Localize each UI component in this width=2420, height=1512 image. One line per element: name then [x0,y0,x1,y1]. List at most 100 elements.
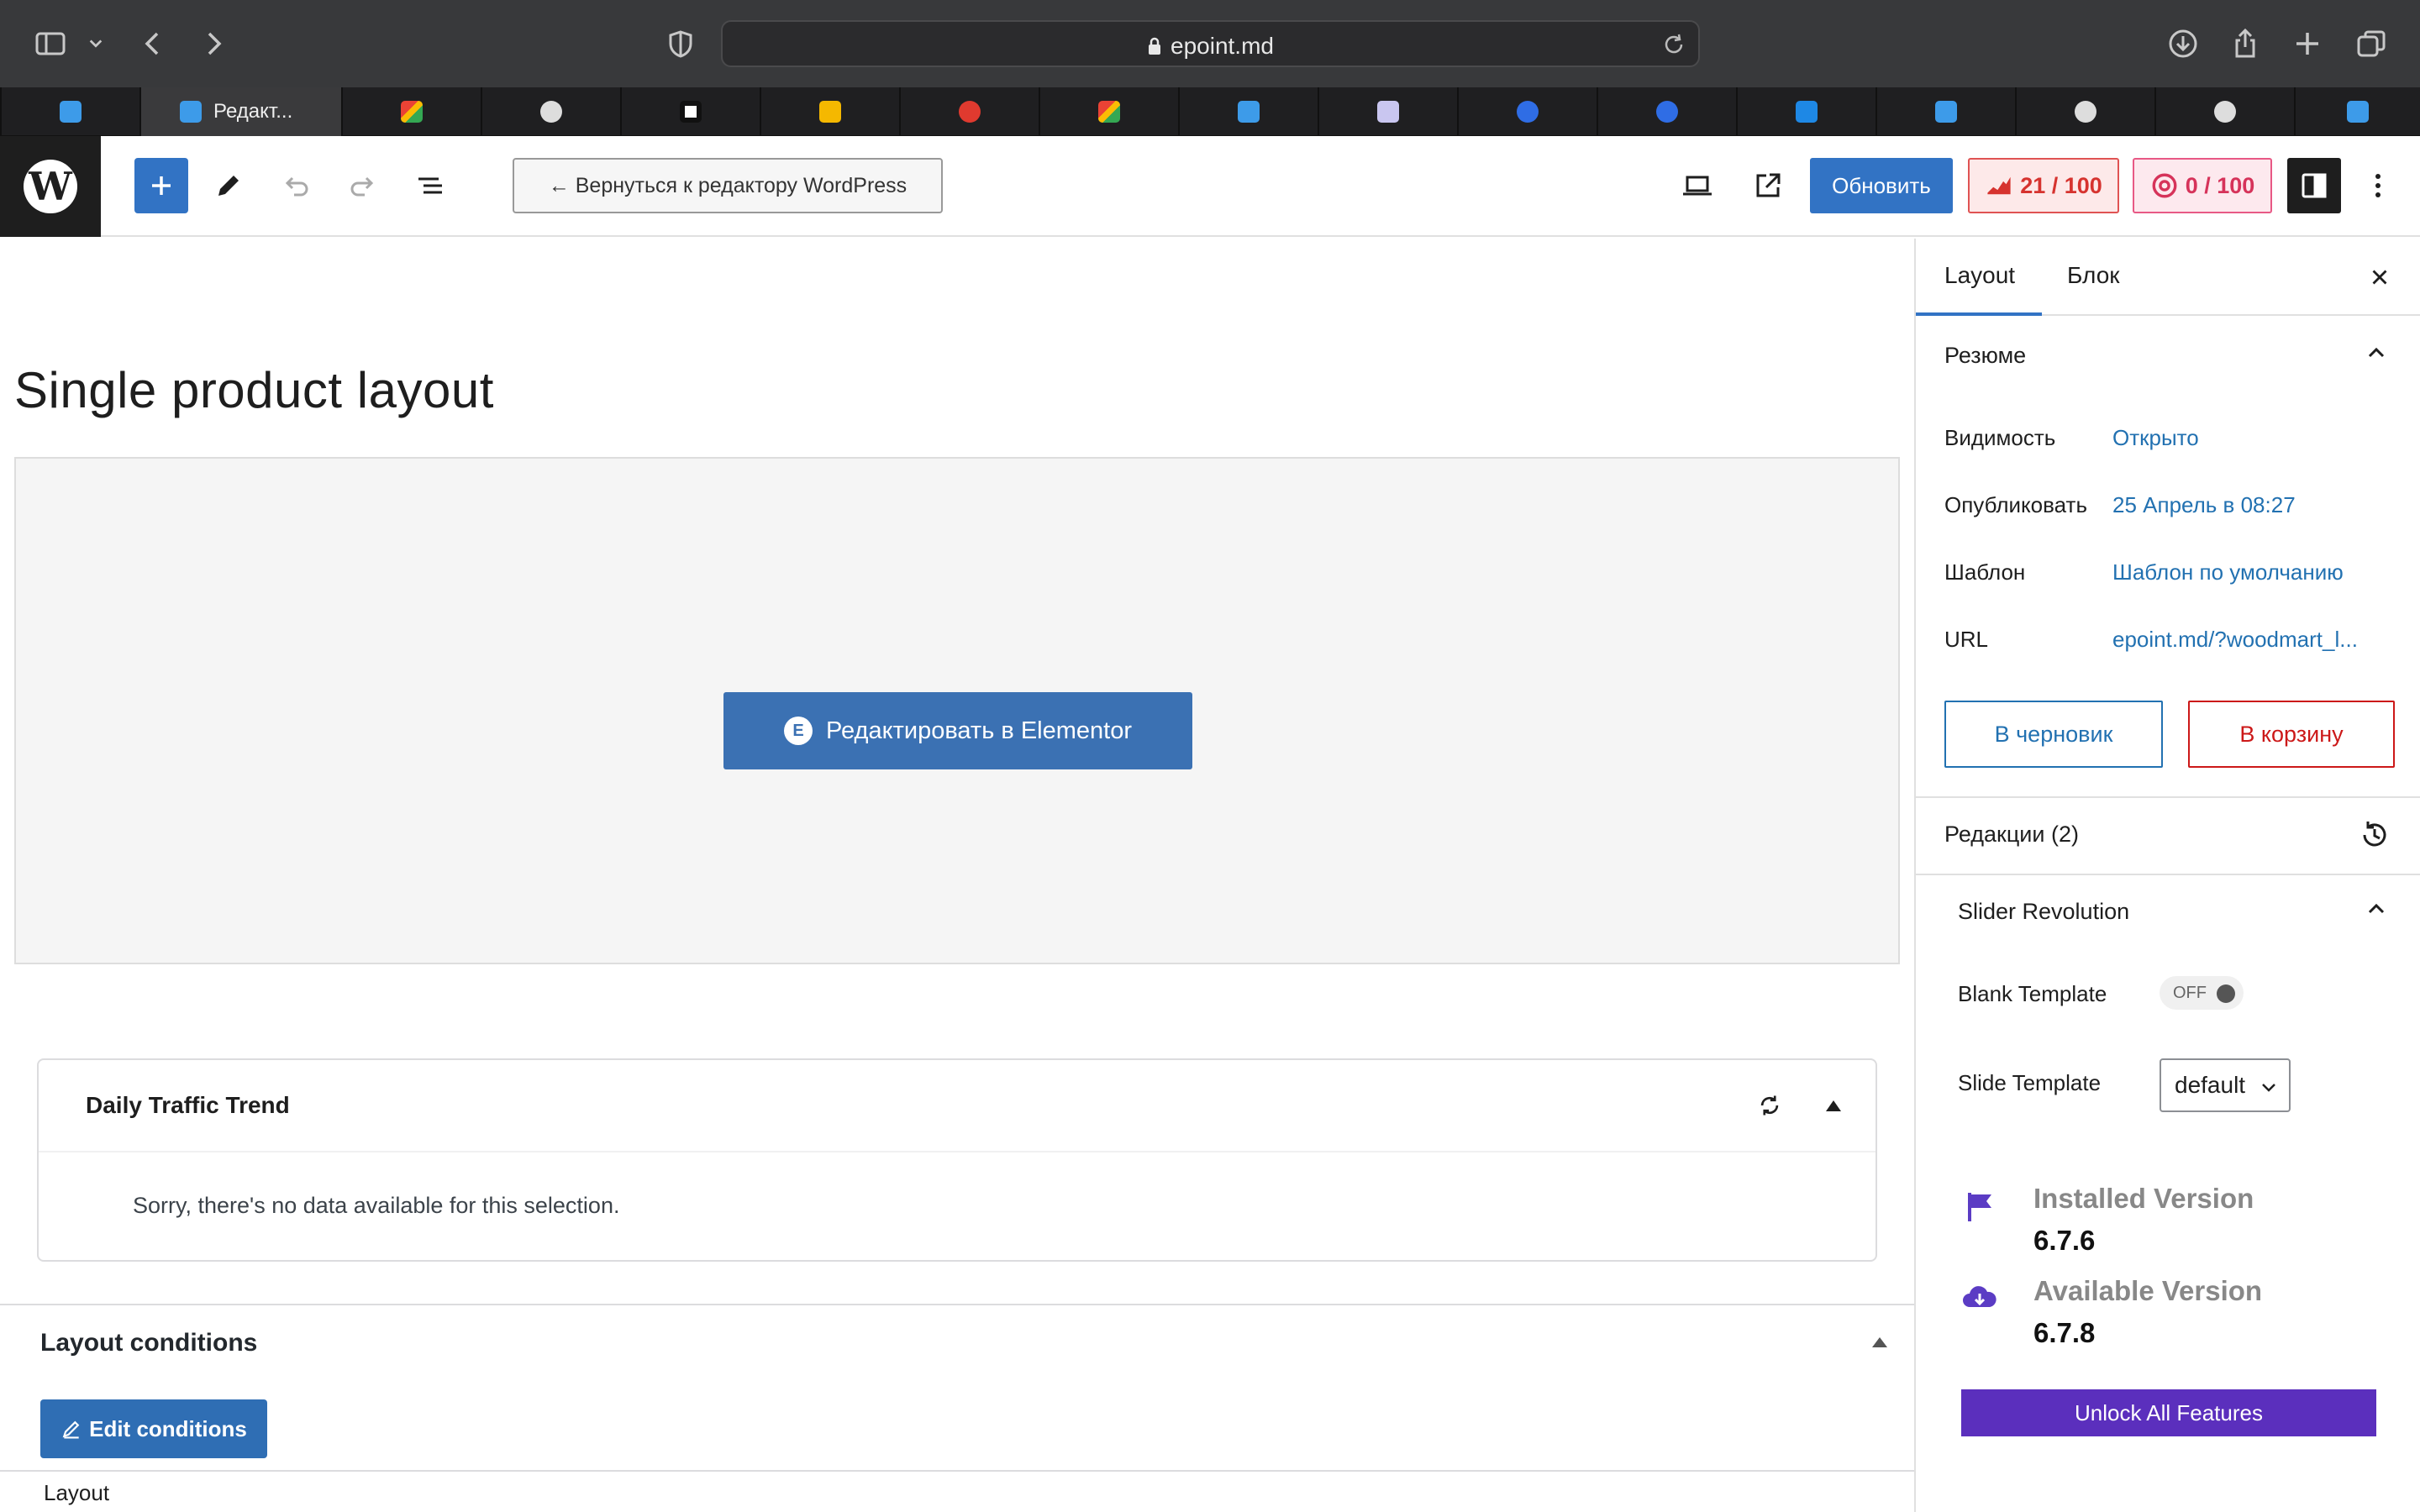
preview-device-button[interactable] [1677,158,1718,213]
seo-score-badge[interactable]: 21 / 100 [1968,158,2119,213]
blank-template-label: Blank Template [1958,981,2107,1006]
cloud-download-icon [1963,1286,1996,1307]
tab-15[interactable] [2154,87,2294,136]
plus-icon [152,176,171,195]
elementor-placeholder: E Редактировать в Elementor [14,457,1900,964]
summary-section-title[interactable]: Резюме [1944,343,2026,369]
url-label: URL [1944,627,1989,652]
gmail-icon [401,101,423,123]
tab-11[interactable] [1597,87,1736,136]
site-favicon-icon [1238,101,1260,123]
flag-icon [1968,1193,1991,1221]
browser-toolbar: epoint.md [0,0,2420,87]
breadcrumb-layout[interactable]: Layout [44,1480,109,1506]
url-value[interactable]: epoint.md/?woodmart_l... [2112,627,2358,653]
divider [1916,874,2420,875]
page-title[interactable]: Single product layout [14,361,494,419]
content-score-badge[interactable]: 0 / 100 [2133,158,2272,213]
tab-5[interactable] [760,87,899,136]
update-button[interactable]: Обновить [1810,158,1953,213]
options-menu-button[interactable] [2361,158,2395,213]
toggle-knob [2217,984,2235,1003]
visibility-value[interactable]: Открыто [2112,425,2199,451]
revisions-link[interactable]: Редакции (2) [1944,822,2079,848]
settings-sidebar: Layout Блок Резюме Видимость Открыто Опу… [1914,239,2420,1512]
gmail-icon [1098,101,1120,123]
app-icon [1796,101,1818,123]
tab-9[interactable] [1318,87,1457,136]
tab-gmail-2[interactable] [1039,87,1178,136]
forward-arrow-icon[interactable] [195,25,232,62]
redo-button[interactable] [345,158,381,213]
laptop-icon [1683,176,1712,196]
tab-14[interactable] [2015,87,2154,136]
tab-8[interactable] [1178,87,1318,136]
tab-4[interactable] [620,87,760,136]
publish-date-value[interactable]: 25 Апрель в 08:27 [2112,492,2296,518]
tab-layout[interactable]: Layout [1944,262,2015,289]
chevron-up-icon[interactable] [2365,897,2388,921]
tab-strip: Редакт... [0,87,2420,136]
wordpress-logo-button[interactable]: W [0,136,101,237]
pencil-icon [62,1420,80,1439]
address-bar[interactable]: epoint.md [721,20,1700,67]
add-block-button[interactable] [134,158,188,213]
collapse-triangle-icon[interactable] [1818,1090,1849,1121]
view-post-button[interactable] [1748,158,1788,213]
download-icon[interactable] [2165,25,2202,62]
edit-conditions-button[interactable]: Edit conditions [40,1399,267,1458]
app-icon [2214,101,2236,123]
lock-icon [1147,34,1162,61]
collapse-triangle-icon[interactable] [1872,1337,1887,1347]
rank-math-icon [1987,176,2011,195]
back-to-wordpress-editor-button[interactable]: ← Вернуться к редактору WordPress [513,158,943,213]
toggle-state-text: OFF [2173,984,2207,1002]
tab-3[interactable] [481,87,620,136]
refresh-icon[interactable] [1754,1090,1785,1121]
blank-template-toggle[interactable]: OFF [2160,976,2244,1010]
tab-10[interactable] [1457,87,1597,136]
tab-gmail[interactable] [341,87,481,136]
back-arrow-icon[interactable] [134,25,171,62]
url-text: epoint.md [1171,33,1274,59]
edit-with-elementor-button[interactable]: E Редактировать в Elementor [723,692,1192,769]
tab-overview-icon[interactable] [2353,25,2390,62]
chevron-down-icon[interactable] [81,25,111,62]
seo-score-text: 21 / 100 [2020,172,2102,198]
tab-active[interactable]: Редакт... [139,87,341,136]
tab-1[interactable] [0,87,139,136]
move-to-trash-button[interactable]: В корзину [2188,701,2395,768]
divider [1916,796,2420,798]
document-overview-button[interactable] [412,158,449,213]
slider-revolution-title[interactable]: Slider Revolution [1958,899,2129,925]
active-tab-label: Редакт... [213,100,293,123]
switch-to-draft-button[interactable]: В черновик [1944,701,2163,768]
shield-icon[interactable] [662,25,699,62]
chevron-up-icon[interactable] [2365,341,2388,365]
available-version-value: 6.7.8 [2033,1317,2096,1348]
tab-13[interactable] [1876,87,2015,136]
active-tab-indicator [1916,312,2042,316]
tab-6[interactable] [899,87,1039,136]
tab-16[interactable] [2294,87,2420,136]
slide-template-select[interactable]: default [2160,1058,2291,1112]
sidebar-toggle-icon[interactable] [32,25,69,62]
tools-button[interactable] [210,158,247,213]
share-icon[interactable] [2227,25,2264,62]
at-mail-icon [1656,101,1678,123]
reload-icon[interactable] [1661,32,1686,57]
tab-block[interactable]: Блок [2067,262,2120,289]
sidebar-panel-icon [2302,173,2327,198]
undo-icon [285,176,308,197]
close-icon[interactable] [2365,262,2395,292]
history-icon[interactable] [2358,818,2391,852]
layout-conditions-title[interactable]: Layout conditions [40,1329,257,1357]
template-value[interactable]: Шаблон по умолчанию [2112,559,2344,585]
chevron-down-icon [2262,1084,2275,1092]
unlock-all-features-button[interactable]: Unlock All Features [1961,1389,2376,1436]
new-tab-plus-icon[interactable] [2289,25,2326,62]
undo-button[interactable] [277,158,314,213]
installed-version-value: 6.7.6 [2033,1225,2096,1256]
settings-sidebar-toggle[interactable] [2287,158,2341,213]
tab-12[interactable] [1736,87,1876,136]
